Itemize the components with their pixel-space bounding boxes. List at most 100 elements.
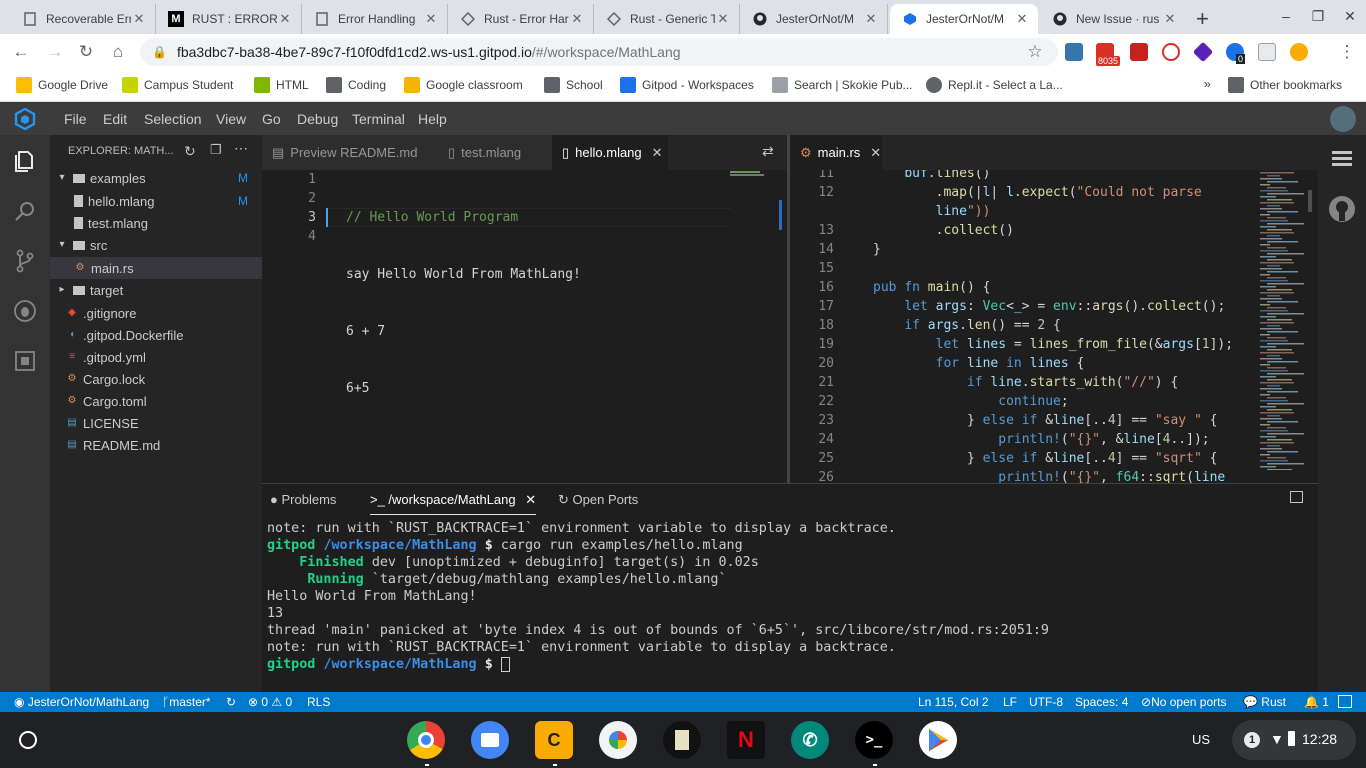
terminal-icon[interactable]: >_ [855, 721, 893, 759]
close-tab-icon[interactable]: ✕ [525, 492, 536, 507]
browser-tab-active[interactable]: JesterOrNot/M ✕ [890, 4, 1038, 34]
minimize-icon[interactable]: – [1278, 8, 1294, 24]
collapse-all-icon[interactable]: ❐ [210, 142, 222, 158]
address-bar[interactable]: 🔒 fba3dbc7-ba38-4be7-89c7-f10f0dfd1cd2.w… [140, 38, 1058, 66]
split-editor-icon[interactable]: ⇄ [762, 143, 774, 160]
files-icon[interactable] [471, 721, 509, 759]
menu-terminal[interactable]: Terminal [352, 111, 405, 127]
extension-icon[interactable] [1130, 43, 1148, 61]
home-icon[interactable]: ⌂ [107, 41, 129, 63]
tree-file-cargo-lock[interactable]: ⚙ Cargo.lock [50, 368, 262, 390]
panel-toggle-icon[interactable] [1338, 695, 1352, 708]
tab-terminal[interactable]: >_ /workspace/MathLang ✕ [370, 492, 537, 515]
close-tab-icon[interactable]: ✕ [131, 11, 147, 27]
menu-file[interactable]: File [64, 111, 87, 127]
status-indent[interactable]: Spaces: 4 [1075, 695, 1128, 709]
photos-icon[interactable] [599, 721, 637, 759]
tab-test-mlang[interactable]: ▯ test.mlang [438, 135, 552, 170]
tree-file-license[interactable]: ▤ LICENSE [50, 412, 262, 434]
close-tab-icon[interactable]: ✕ [569, 11, 585, 27]
status-rls[interactable]: RLS [307, 695, 330, 709]
bookmark-item[interactable]: HTML [254, 77, 309, 93]
ime-locale[interactable]: US [1192, 732, 1210, 747]
play-store-icon[interactable] [919, 721, 957, 759]
status-problems[interactable]: ⊗ 0 ⚠ 0 [248, 695, 292, 709]
reload-icon[interactable]: ↻ [75, 41, 97, 63]
status-repo[interactable]: ◉ JesterOrNot/MathLang [14, 695, 149, 709]
menu-help[interactable]: Help [418, 111, 447, 127]
browser-tab[interactable]: Recoverable Err ✕ [10, 4, 156, 34]
scrollbar-thumb[interactable] [1308, 190, 1312, 212]
c-app-icon[interactable]: C [535, 721, 573, 759]
back-icon[interactable]: ← [10, 41, 32, 63]
status-tray[interactable]: 1 ▼ 12:28 [1232, 720, 1356, 760]
browser-tab[interactable]: Error Handling ✕ [302, 4, 448, 34]
bookmark-item[interactable]: School [544, 77, 603, 93]
menu-selection[interactable]: Selection [144, 111, 202, 127]
tab-main-rs[interactable]: ⚙ main.rs ✕ [790, 135, 882, 170]
diamond-extension-icon[interactable] [1192, 41, 1214, 63]
tree-file-hello-mlang[interactable]: hello.mlang M [50, 190, 262, 212]
more-bookmarks-icon[interactable]: » [1204, 77, 1211, 91]
status-language[interactable]: 💬 Rust [1243, 695, 1286, 709]
other-bookmarks[interactable]: Other bookmarks [1228, 77, 1342, 93]
tree-folder-src[interactable]: ▾ src [50, 234, 262, 256]
tree-file-gitignore[interactable]: ◆ .gitignore [50, 302, 262, 324]
status-ports[interactable]: ⊘No open ports [1141, 695, 1226, 709]
close-tab-icon[interactable]: ✕ [423, 11, 439, 27]
search-icon[interactable] [13, 199, 37, 223]
sync-icon[interactable]: ↻ [226, 695, 236, 709]
close-tab-icon[interactable]: ✕ [652, 145, 663, 161]
menu-edit[interactable]: Edit [103, 111, 127, 127]
tree-file-main-rs[interactable]: ⚙ main.rs [50, 257, 262, 279]
source-control-icon[interactable] [13, 249, 37, 273]
browser-tab[interactable]: New Issue · rus ✕ [1040, 4, 1186, 34]
maximize-icon[interactable]: ❐ [1310, 8, 1326, 25]
tree-folder-examples[interactable]: ▾ examples M [50, 167, 262, 189]
outline-icon[interactable] [1330, 147, 1354, 174]
close-tab-icon[interactable]: ✕ [1162, 11, 1178, 27]
close-tab-icon[interactable]: ✕ [870, 145, 881, 161]
tree-file-readme[interactable]: ▤ README.md [50, 434, 262, 456]
browser-tab[interactable]: M RUST : ERROR H ✕ [156, 4, 302, 34]
profile-extension-icon[interactable] [1290, 43, 1308, 61]
tree-file-cargo-toml[interactable]: ⚙ Cargo.toml [50, 390, 262, 412]
terminal[interactable]: note: run with `RUST_BACKTRACE=1` enviro… [262, 520, 1318, 690]
debug-icon[interactable] [13, 299, 37, 323]
more-actions-icon[interactable]: ⋯ [234, 140, 248, 157]
browser-tab[interactable]: Rust - Error Har ✕ [448, 4, 594, 34]
extensions-icon[interactable] [13, 349, 37, 373]
tab-preview-readme[interactable]: ▤ Preview README.md [262, 135, 438, 170]
tab-problems[interactable]: ● Problems [270, 492, 336, 507]
close-tab-icon[interactable]: ✕ [1014, 11, 1030, 27]
tree-file-test-mlang[interactable]: test.mlang [50, 212, 262, 234]
close-tab-icon[interactable]: ✕ [715, 11, 731, 27]
bookmark-item[interactable]: Search | Skokie Pub... [772, 77, 913, 93]
bookmark-item[interactable]: Campus Student [122, 77, 233, 93]
python-extension-icon[interactable] [1065, 43, 1083, 61]
browser-tab[interactable]: JesterOrNot/M ✕ [740, 4, 888, 34]
tab-open-ports[interactable]: ↻ Open Ports [558, 492, 638, 508]
castle-icon[interactable] [663, 721, 701, 759]
status-branch[interactable]: ᚴmaster* [162, 695, 211, 709]
chrome-menu-icon[interactable]: ⋮ [1336, 41, 1358, 63]
tree-folder-target[interactable]: ▸ target [50, 279, 262, 301]
minimap[interactable] [1256, 170, 1306, 470]
menu-debug[interactable]: Debug [297, 111, 338, 127]
close-tab-icon[interactable]: ✕ [277, 11, 293, 27]
close-tab-icon[interactable]: ✕ [863, 11, 879, 27]
status-notifications[interactable]: 🔔 1 [1304, 695, 1329, 709]
launcher-icon[interactable] [19, 731, 37, 749]
explorer-icon[interactable] [13, 149, 37, 173]
browser-tab[interactable]: Rust - Generic T ✕ [594, 4, 740, 34]
editor-main-rs[interactable]: 11 12 13 14 15 16 17 18 19 20 21 22 23 24 25 26 buf.lin… [790, 170, 1318, 483]
bookmark-item[interactable]: Gitpod - Workspaces [620, 77, 754, 93]
status-encoding[interactable]: UTF-8 [1029, 695, 1063, 709]
netflix-icon[interactable]: N [727, 721, 765, 759]
tab-hello-mlang[interactable]: ▯ hello.mlang ✕ [552, 135, 668, 170]
github-icon[interactable] [1328, 195, 1356, 226]
minimap[interactable] [730, 170, 780, 178]
status-eol[interactable]: LF [1003, 695, 1017, 709]
close-window-icon[interactable]: ✕ [1342, 8, 1358, 25]
block-extension-icon[interactable] [1162, 43, 1180, 61]
